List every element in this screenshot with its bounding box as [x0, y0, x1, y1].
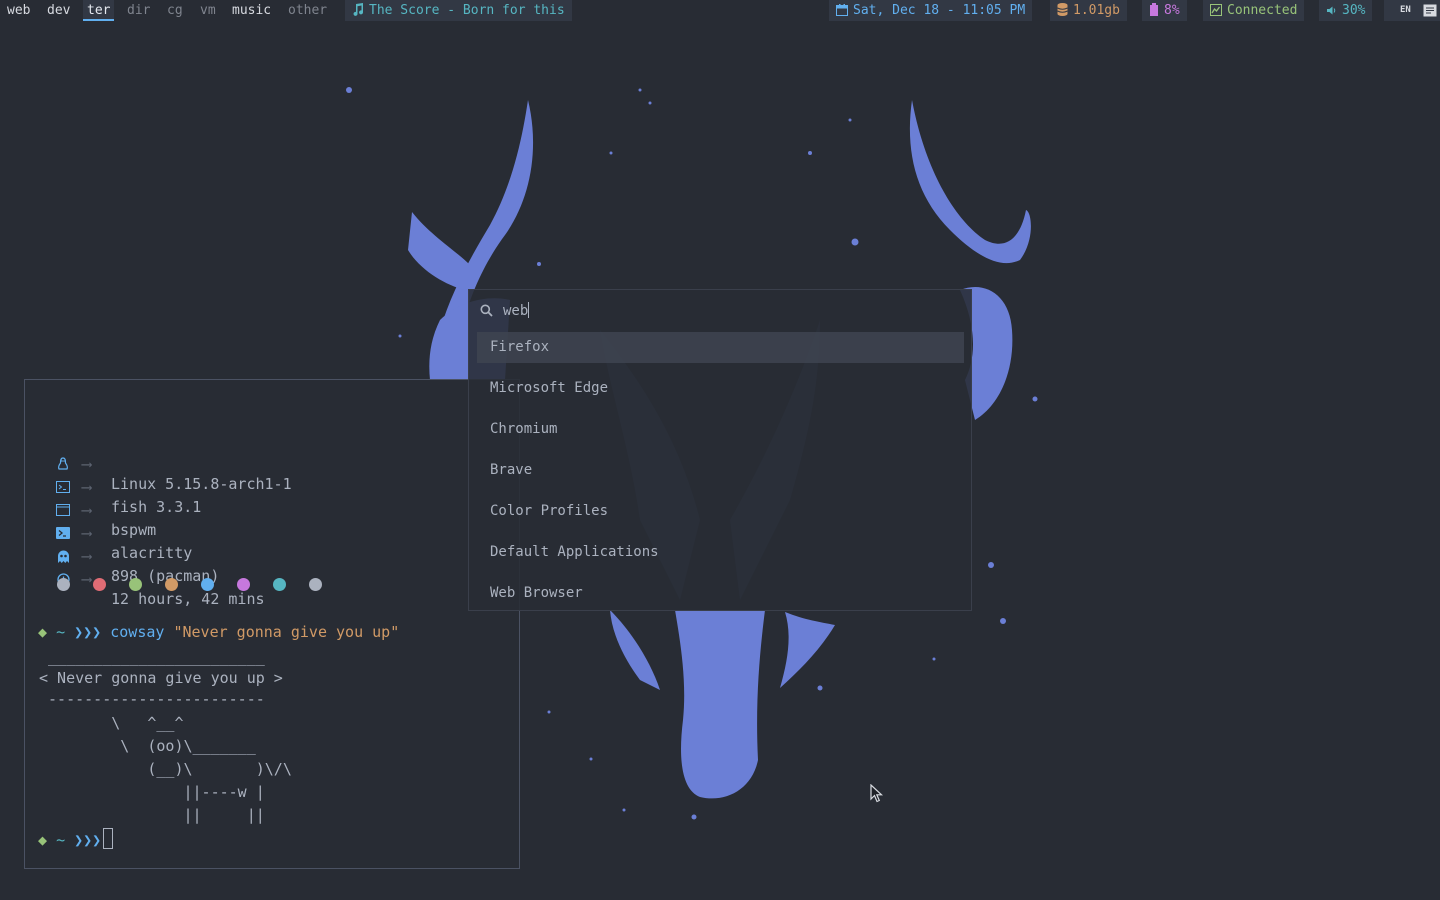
launcher-result[interactable]: Default Applications — [477, 537, 964, 568]
launcher-result[interactable]: Chromium — [477, 414, 964, 445]
terminal-window[interactable]: ⟶ Linux 5.15.8-arch1-1 ⟶ fish 3.3.1 ⟶ bs… — [24, 379, 520, 869]
palette-dot — [165, 578, 178, 591]
prompt-dir: ~ — [56, 623, 66, 641]
workspace-ter[interactable]: ter — [83, 0, 115, 21]
command-name: cowsay — [110, 623, 165, 641]
palette-dot — [309, 578, 322, 591]
prompt-dir: ~ — [56, 831, 66, 849]
launcher-result[interactable]: Brave — [477, 455, 964, 486]
workspace-dev[interactable]: dev — [43, 0, 74, 21]
info-row-wm: ⟶ bspwm — [25, 460, 519, 539]
cowsay-line: ||----w | — [39, 783, 265, 801]
workspace-cg[interactable]: cg — [163, 0, 187, 21]
keyboard-layout-text: EN — [1400, 5, 1411, 15]
launcher-result-label: Web Browser — [490, 585, 583, 601]
database-icon — [1057, 3, 1068, 16]
launcher-result[interactable]: Color Profiles — [477, 496, 964, 527]
status-bar: web dev ter dir cg vm music other The Sc… — [0, 0, 1440, 21]
battery-icon — [1150, 3, 1158, 16]
cowsay-line: \ ^__^ — [39, 714, 184, 732]
launcher-result-label: Color Profiles — [490, 503, 609, 519]
workspace-dir[interactable]: dir — [123, 0, 154, 21]
launcher-result-label: Firefox — [490, 339, 550, 355]
network-module[interactable]: Connected — [1203, 0, 1305, 21]
info-row-kernel: ⟶ Linux 5.15.8-arch1-1 — [25, 414, 519, 493]
search-input[interactable]: web — [503, 302, 530, 319]
search-query: web — [503, 303, 529, 319]
palette-dot — [57, 578, 70, 591]
info-row-uptime: ⟶ 12 hours, 42 mins — [25, 529, 519, 608]
launcher-result[interactable]: Microsoft Edge — [477, 373, 964, 404]
cowsay-line: ------------------------ — [39, 690, 265, 708]
date-module[interactable]: Sat, Dec 18 - 11:05 PM — [829, 0, 1033, 21]
cowsay-line: || || — [39, 806, 265, 824]
palette-dot — [129, 578, 142, 591]
battery-module[interactable]: 8% — [1142, 0, 1187, 21]
workspace-other[interactable]: other — [284, 0, 331, 21]
prompt-chevrons: ❯❯❯ — [74, 623, 102, 641]
date-text: Sat, Dec 18 - 11:05 PM — [853, 3, 1026, 18]
cowsay-line: ________________________ — [39, 648, 265, 666]
palette-dot — [273, 578, 286, 591]
cowsay-line: (__)\ )\/\ — [39, 760, 292, 778]
info-row-shell: ⟶ fish 3.3.1 — [25, 437, 519, 516]
memory-module[interactable]: 1.01gb — [1050, 0, 1127, 21]
network-monitor-icon — [1210, 4, 1222, 16]
search-icon — [480, 304, 493, 317]
launcher-result-label: Brave — [490, 462, 533, 478]
music-note-icon — [353, 3, 364, 16]
speaker-icon — [1327, 6, 1336, 15]
info-row-packages: ⟶ 898 (pacman) — [25, 506, 519, 585]
info-arrow: ⟶ — [82, 570, 92, 588]
volume-text: 30% — [1342, 3, 1366, 18]
now-playing-title: The Score - Born for this — [369, 3, 565, 18]
workspace-web[interactable]: web — [3, 0, 34, 21]
launcher-result[interactable]: Web Browser — [477, 578, 964, 609]
volume-module[interactable]: 30% — [1319, 0, 1373, 21]
launcher-result-label: Default Applications — [490, 544, 659, 560]
info-row-terminal: ⟶ alacritty — [25, 483, 519, 562]
now-playing-module[interactable]: The Score - Born for this — [345, 0, 572, 21]
battery-text: 8% — [1164, 3, 1180, 18]
mouse-pointer-icon — [870, 784, 884, 803]
palette-dot — [93, 578, 106, 591]
workspace-vm[interactable]: vm — [196, 0, 220, 21]
prompt-symbol: ◆ — [38, 831, 48, 849]
launcher-result-label: Microsoft Edge — [490, 380, 609, 396]
palette-dot — [237, 578, 250, 591]
launcher-result[interactable]: Firefox — [477, 332, 964, 363]
text-caret — [528, 302, 530, 318]
prompt-chevrons: ❯❯❯ — [74, 831, 102, 849]
cowsay-line: \ (oo)\_______ — [39, 737, 256, 755]
current-prompt[interactable]: ◆ ~ ❯❯❯ — [38, 828, 114, 850]
calendar-icon — [836, 4, 848, 16]
launcher-search[interactable]: web — [479, 300, 959, 322]
command-line: ◆ ~ ❯❯❯ cowsay "Never gonna give you up" — [38, 621, 399, 643]
uptime-value: 12 hours, 42 mins — [111, 590, 265, 608]
memory-text: 1.01gb — [1073, 3, 1120, 18]
palette-dot — [201, 578, 214, 591]
workspace-music[interactable]: music — [228, 0, 275, 21]
command-argument: "Never gonna give you up" — [173, 623, 400, 641]
menu-lines-icon[interactable] — [1423, 4, 1437, 17]
launcher-result-label: Chromium — [490, 421, 558, 437]
terminal-cursor — [103, 828, 114, 849]
app-launcher[interactable]: web Firefox Microsoft Edge Chromium Brav… — [468, 289, 972, 611]
info-arrow: ⟶ — [82, 547, 92, 565]
cowsay-line: < Never gonna give you up > — [39, 669, 283, 687]
prompt-symbol: ◆ — [38, 623, 48, 641]
network-text: Connected — [1227, 3, 1298, 18]
